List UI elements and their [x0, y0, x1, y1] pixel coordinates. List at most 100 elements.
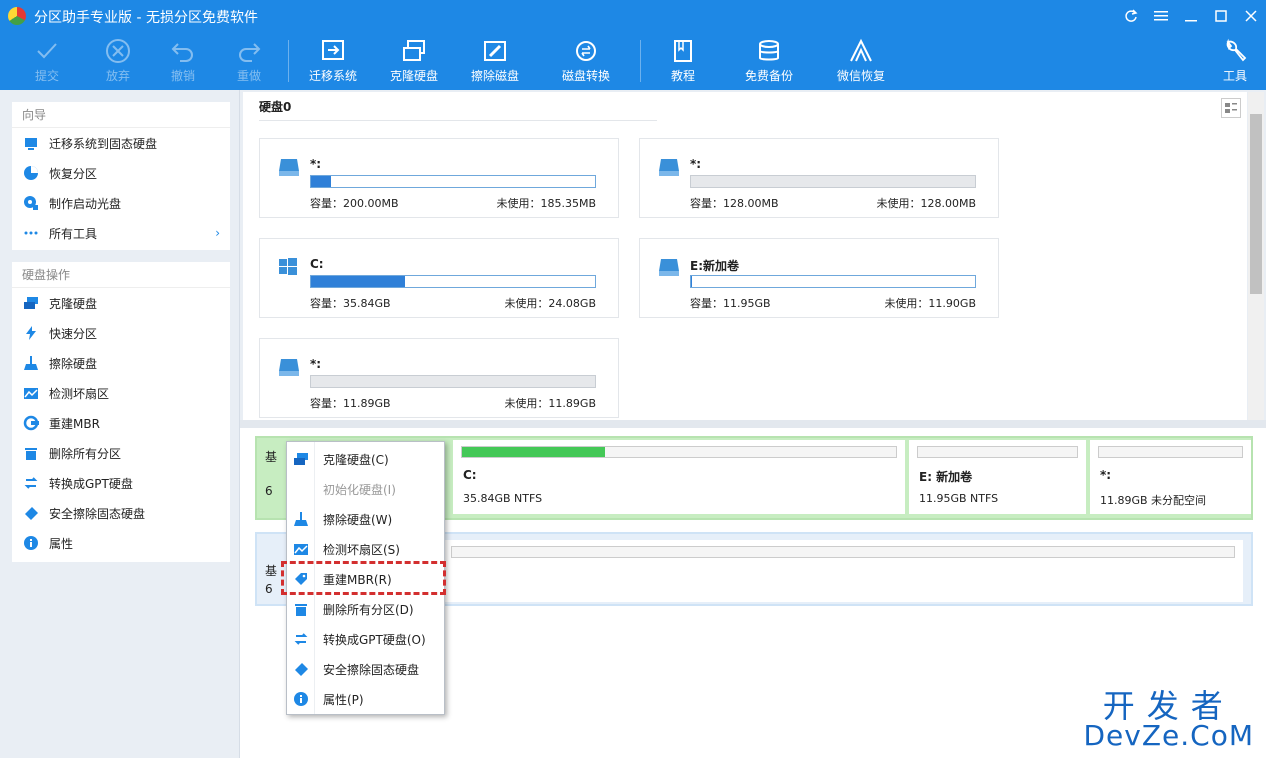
sidebar-item-all-tools[interactable]: 所有工具 ›	[12, 218, 230, 248]
dots-icon	[22, 224, 40, 242]
sidebar-item-label: 制作启动光盘	[49, 196, 122, 211]
disk-icon	[658, 257, 680, 280]
convert-label: 磁盘转换	[561, 69, 610, 83]
sidebar-item-label: 属性	[49, 536, 74, 551]
sidebar-item-label: 检测坏扇区	[49, 386, 110, 401]
menu-item-delete-all-partitions[interactable]: 删除所有分区(D)	[287, 594, 444, 624]
sidebar-item-wipe-disk[interactable]: 擦除硬盘	[12, 348, 230, 378]
menu-item-clone-disk[interactable]: 克隆硬盘(C)	[287, 444, 444, 474]
sidebar-item-secure-erase-ssd[interactable]: 安全擦除固态硬盘	[12, 498, 230, 528]
partition-card[interactable]: *: 容量：11.89GB 未使用：11.89GB	[259, 338, 619, 418]
partition-usage-fill	[462, 447, 606, 457]
menu-item-initialize-disk[interactable]: 初始化硬盘(I)	[287, 474, 444, 504]
sidebar-item-check-bad-sectors[interactable]: 检测坏扇区	[12, 378, 230, 408]
menu-item-check-bad-sectors[interactable]: 检测坏扇区(S)	[287, 534, 444, 564]
info-icon	[287, 691, 315, 707]
menu-item-wipe-disk[interactable]: 擦除硬盘(W)	[287, 504, 444, 534]
sidebar-item-label: 删除所有分区	[49, 446, 122, 461]
disk-icon	[278, 157, 300, 180]
submit-button[interactable]: 提交	[22, 32, 72, 90]
free-space-text: 未使用：24.08GB	[504, 297, 596, 310]
rebuild-mbr-icon	[22, 414, 40, 432]
partition-block[interactable]: *: 11.89GB 未分配空间	[1090, 440, 1251, 514]
undo-button[interactable]: 撤销	[158, 32, 208, 90]
disk-row-label: 基	[265, 564, 278, 578]
partition-usage-bar	[461, 446, 897, 458]
window-controls	[1116, 0, 1266, 32]
recovery-a-icon	[850, 38, 872, 62]
free-space-text: 未使用：185.35MB	[496, 197, 596, 210]
menu-icon[interactable]	[1146, 0, 1176, 32]
scrollbar-thumb[interactable]	[1250, 114, 1262, 294]
sidebar-item-delete-all-partitions[interactable]: 删除所有分区	[12, 438, 230, 468]
discard-button[interactable]: 放弃	[93, 32, 143, 90]
capacity-text: 容量：35.84GB	[310, 297, 391, 310]
tutorial-label: 教程	[670, 69, 695, 83]
watermark: 开发者 DevZe.CoM	[1083, 690, 1254, 750]
disk-convert-button[interactable]: 磁盘转换	[556, 32, 616, 90]
menu-item-label: 克隆硬盘(C)	[323, 452, 389, 467]
partition-block[interactable]: E: 新加卷 11.95GB NTFS	[909, 440, 1086, 514]
menu-item-secure-erase-ssd[interactable]: 安全擦除固态硬盘	[287, 654, 444, 684]
partition-block[interactable]	[445, 540, 1243, 602]
wipe-disk-button[interactable]: 擦除磁盘	[465, 32, 525, 90]
toolbar: 提交 放弃 撤销 重做 迁移系统 克隆硬盘 擦除磁盘 磁盘转换 教程 免费备份 …	[0, 32, 1266, 90]
refresh-icon[interactable]	[1116, 0, 1146, 32]
sidebar-item-convert-gpt[interactable]: 转换成GPT硬盘	[12, 468, 230, 498]
sidebar-item-rebuild-mbr[interactable]: 重建MBR	[12, 408, 230, 438]
trash-icon	[22, 444, 40, 462]
free-space-text: 未使用：128.00MB	[876, 197, 976, 210]
redo-button[interactable]: 重做	[224, 32, 274, 90]
view-toggle-icon[interactable]	[1221, 98, 1241, 118]
sidebar-item-quick-partition[interactable]: 快速分区	[12, 318, 230, 348]
toolbar-divider	[640, 40, 641, 82]
tools-button[interactable]: 工具	[1210, 32, 1260, 90]
partition-card[interactable]: E:新加卷 容量：11.95GB 未使用：11.90GB	[639, 238, 999, 318]
partition-card[interactable]: *: 容量：200.00MB 未使用：185.35MB	[259, 138, 619, 218]
menu-item-label: 初始化硬盘(I)	[323, 482, 396, 497]
minimize-icon[interactable]	[1176, 0, 1206, 32]
convert-icon	[576, 41, 596, 61]
broom-icon	[22, 354, 40, 372]
clone-disk-button[interactable]: 克隆硬盘	[384, 32, 444, 90]
menu-item-properties[interactable]: 属性(P)	[287, 684, 444, 714]
cancel-circle-icon	[106, 39, 130, 63]
undo-icon	[171, 43, 193, 62]
partition-name: C:	[310, 257, 324, 271]
sidebar-item-recover-partition[interactable]: 恢复分区	[12, 158, 230, 188]
tutorial-button[interactable]: 教程	[658, 32, 708, 90]
menu-item-label: 检测坏扇区(S)	[323, 542, 400, 557]
menu-item-convert-gpt[interactable]: 转换成GPT硬盘(O)	[287, 624, 444, 654]
partition-block[interactable]: C: 35.84GB NTFS	[453, 440, 905, 514]
partition-card[interactable]: *: 容量：128.00MB 未使用：128.00MB	[639, 138, 999, 218]
eraser-icon	[22, 504, 40, 522]
toolbar-divider	[288, 40, 289, 82]
sidebar-item-clone-disk[interactable]: 克隆硬盘	[12, 288, 230, 318]
convert-gpt-icon	[287, 631, 315, 647]
partition-name: *:	[310, 157, 322, 171]
wechat-recovery-button[interactable]: 微信恢复	[831, 32, 891, 90]
sidebar: 向导 迁移系统到固态硬盘 恢复分区 制作启动光盘 所有工具 › 硬盘操作 克隆硬盘…	[0, 90, 240, 758]
maximize-icon[interactable]	[1206, 0, 1236, 32]
disk-row-label: 6	[265, 484, 273, 498]
sidebar-item-label: 转换成GPT硬盘	[49, 476, 133, 491]
disk-row-label: 基	[265, 450, 278, 464]
panel-splitter[interactable]	[240, 420, 1266, 428]
broom-icon	[287, 511, 315, 527]
clone-disk-icon	[287, 451, 315, 467]
disk-icon	[658, 157, 680, 180]
sidebar-item-boot-disc[interactable]: 制作启动光盘	[12, 188, 230, 218]
migrate-system-button[interactable]: 迁移系统	[303, 32, 363, 90]
usage-bar	[690, 275, 976, 288]
close-icon[interactable]	[1236, 0, 1266, 32]
sidebar-item-migrate-ssd[interactable]: 迁移系统到固态硬盘	[12, 128, 230, 158]
sidebar-item-properties[interactable]: 属性	[12, 528, 230, 558]
divider	[259, 120, 657, 121]
sidebar-item-label: 快速分区	[49, 326, 98, 341]
vertical-scrollbar[interactable]	[1248, 92, 1264, 420]
partition-info: 35.84GB NTFS	[463, 492, 543, 505]
partition-card[interactable]: C: 容量：35.84GB 未使用：24.08GB	[259, 238, 619, 318]
sidebar-item-label: 所有工具	[49, 226, 98, 241]
free-backup-button[interactable]: 免费备份	[739, 32, 799, 90]
capacity-text: 容量：128.00MB	[690, 197, 779, 210]
